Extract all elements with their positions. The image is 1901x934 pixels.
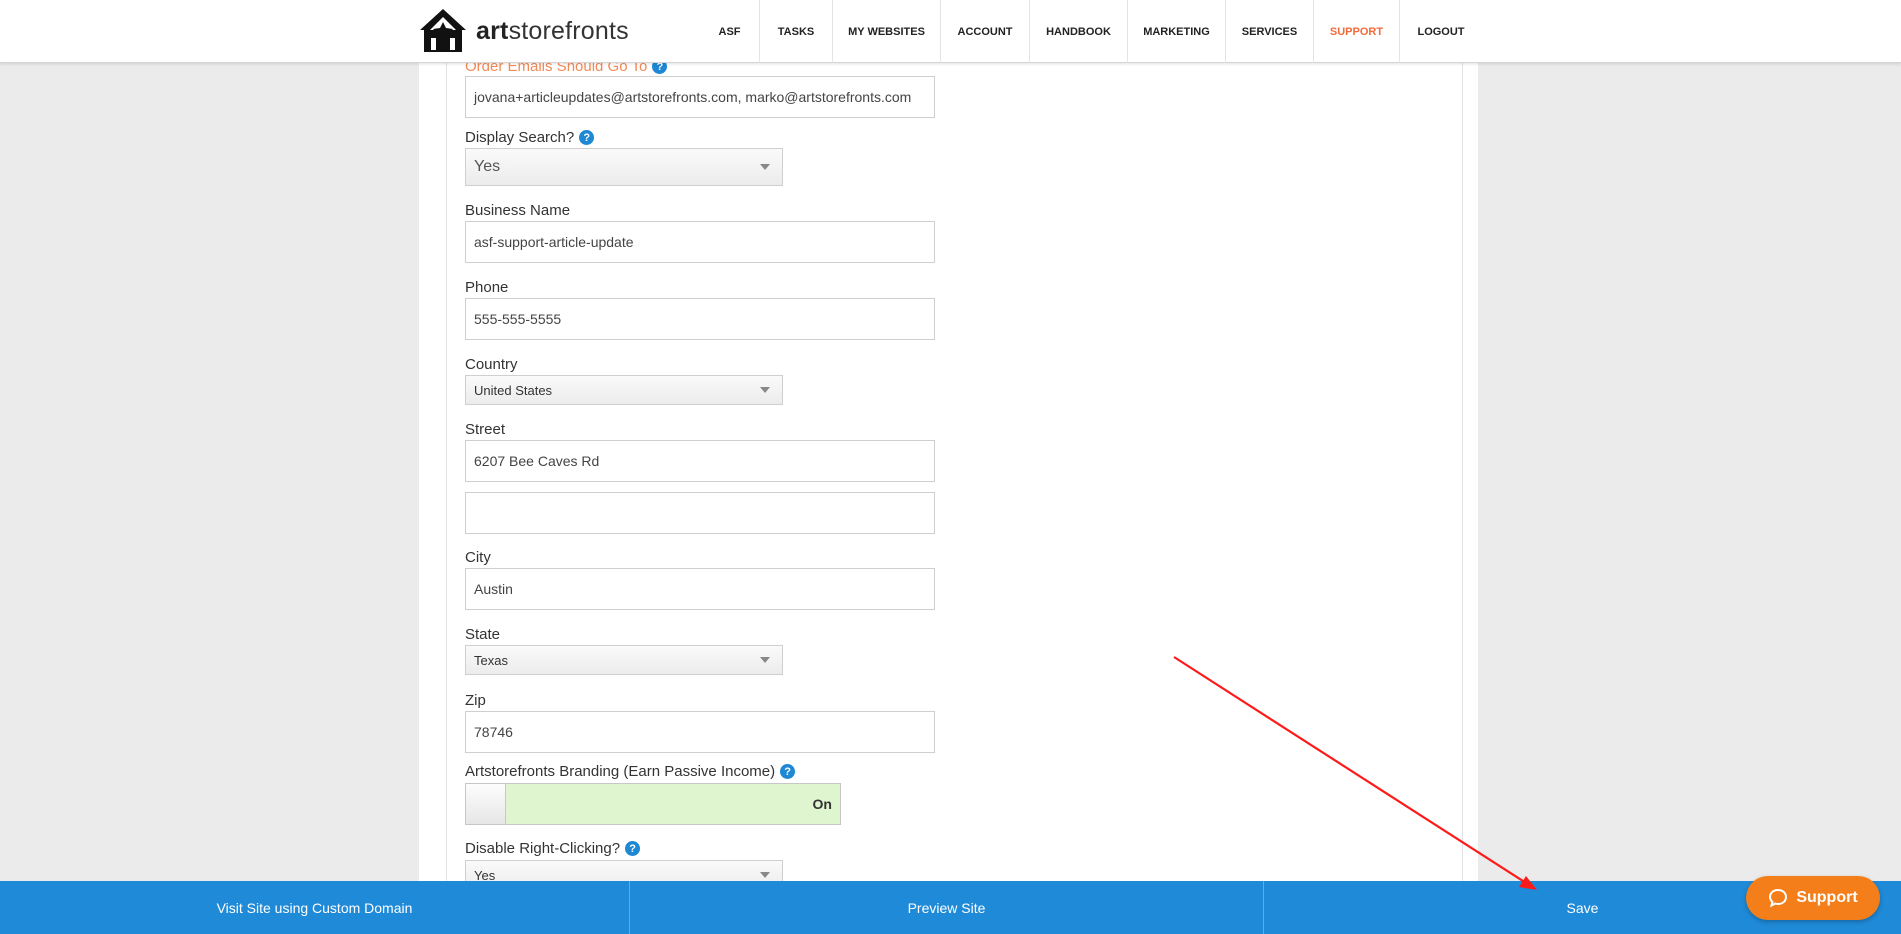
nav-item-my-websites[interactable]: MY WEBSITES xyxy=(833,0,941,63)
state-label: State xyxy=(465,626,500,643)
phone-label: Phone xyxy=(465,279,508,296)
street-field[interactable]: 6207 Bee Caves Rd xyxy=(465,440,935,482)
top-header: artstorefronts ASF TASKS MY WEBSITES ACCOUN… xyxy=(0,0,1901,63)
nav-item-services[interactable]: SERVICES xyxy=(1226,0,1314,63)
display-search-label: Display Search? ? xyxy=(465,129,595,146)
display-search-label-text: Display Search? xyxy=(465,129,575,146)
help-icon[interactable]: ? xyxy=(780,764,796,779)
business-name-label: Business Name xyxy=(465,202,570,219)
disable-right-click-label-text: Disable Right-Clicking? xyxy=(465,840,621,857)
chevron-down-icon xyxy=(760,387,770,393)
state-select[interactable]: Texas xyxy=(465,645,783,675)
nav-item-handbook[interactable]: HANDBOOK xyxy=(1030,0,1128,63)
country-label: Country xyxy=(465,356,518,373)
street-label: Street xyxy=(465,421,505,438)
help-icon[interactable]: ? xyxy=(579,130,595,145)
chat-bubble-icon xyxy=(1769,888,1788,908)
phone-field[interactable]: 555-555-5555 xyxy=(465,298,935,340)
nav-item-marketing[interactable]: MARKETING xyxy=(1128,0,1226,63)
country-value: United States xyxy=(474,382,553,398)
chevron-down-icon xyxy=(760,164,770,170)
nav-item-tasks[interactable]: TASKS xyxy=(760,0,833,63)
nav-item-asf[interactable]: ASF xyxy=(700,0,760,63)
display-search-value: Yes xyxy=(474,158,501,175)
help-icon[interactable]: ? xyxy=(625,841,641,856)
logo-icon xyxy=(420,9,466,52)
street-line2-field[interactable] xyxy=(465,492,935,534)
order-emails-field[interactable]: jovana+articleupdates@artstorefronts.com… xyxy=(465,76,935,118)
city-field[interactable]: Austin xyxy=(465,568,935,610)
display-search-select[interactable]: Yes xyxy=(465,148,783,186)
nav-item-support[interactable]: SUPPORT xyxy=(1314,0,1400,63)
street-label-text: Street xyxy=(465,421,506,438)
artstorefronts-logo[interactable]: artstorefronts xyxy=(418,8,629,54)
disable-right-click-label: Disable Right-Clicking? ? xyxy=(465,840,641,857)
country-select[interactable]: United States xyxy=(465,375,783,405)
logo-text: artstorefronts xyxy=(476,16,629,45)
toggle-knob[interactable] xyxy=(466,784,506,824)
zip-field[interactable]: 78746 xyxy=(465,711,935,753)
chevron-down-icon xyxy=(760,872,770,878)
nav-item-logout[interactable]: LOGOUT xyxy=(1400,0,1482,63)
state-label-text: State xyxy=(465,626,501,643)
city-label: City xyxy=(465,549,491,566)
branding-toggle[interactable]: On xyxy=(465,783,841,825)
visit-site-button[interactable]: Visit Site using Custom Domain xyxy=(0,881,630,934)
chevron-down-icon xyxy=(760,657,770,663)
preview-site-button[interactable]: Preview Site xyxy=(630,881,1264,934)
state-value: Texas xyxy=(474,652,508,668)
nav-item-account[interactable]: ACCOUNT xyxy=(941,0,1030,63)
zip-label: Zip xyxy=(465,692,486,709)
support-chat-button[interactable]: Support xyxy=(1746,876,1880,920)
toggle-state: On xyxy=(812,796,832,812)
city-label-text: City xyxy=(465,549,491,566)
business-name-label-text: Business Name xyxy=(465,202,571,219)
zip-label-text: Zip xyxy=(465,692,486,709)
main-nav: ASF TASKS MY WEBSITES ACCOUNT HANDBOOK MARKET… xyxy=(700,0,1482,63)
phone-label-text: Phone xyxy=(465,279,509,296)
branding-label-text: Artstorefronts Branding (Earn Passive In… xyxy=(465,763,776,780)
business-name-field[interactable]: asf-support-article-update xyxy=(465,221,935,263)
country-label-text: Country xyxy=(465,356,518,373)
bottom-action-bar: Visit Site using Custom Domain Preview S… xyxy=(0,881,1901,934)
support-label: Support xyxy=(1796,889,1858,906)
branding-label: Artstorefronts Branding (Earn Passive In… xyxy=(465,763,796,780)
